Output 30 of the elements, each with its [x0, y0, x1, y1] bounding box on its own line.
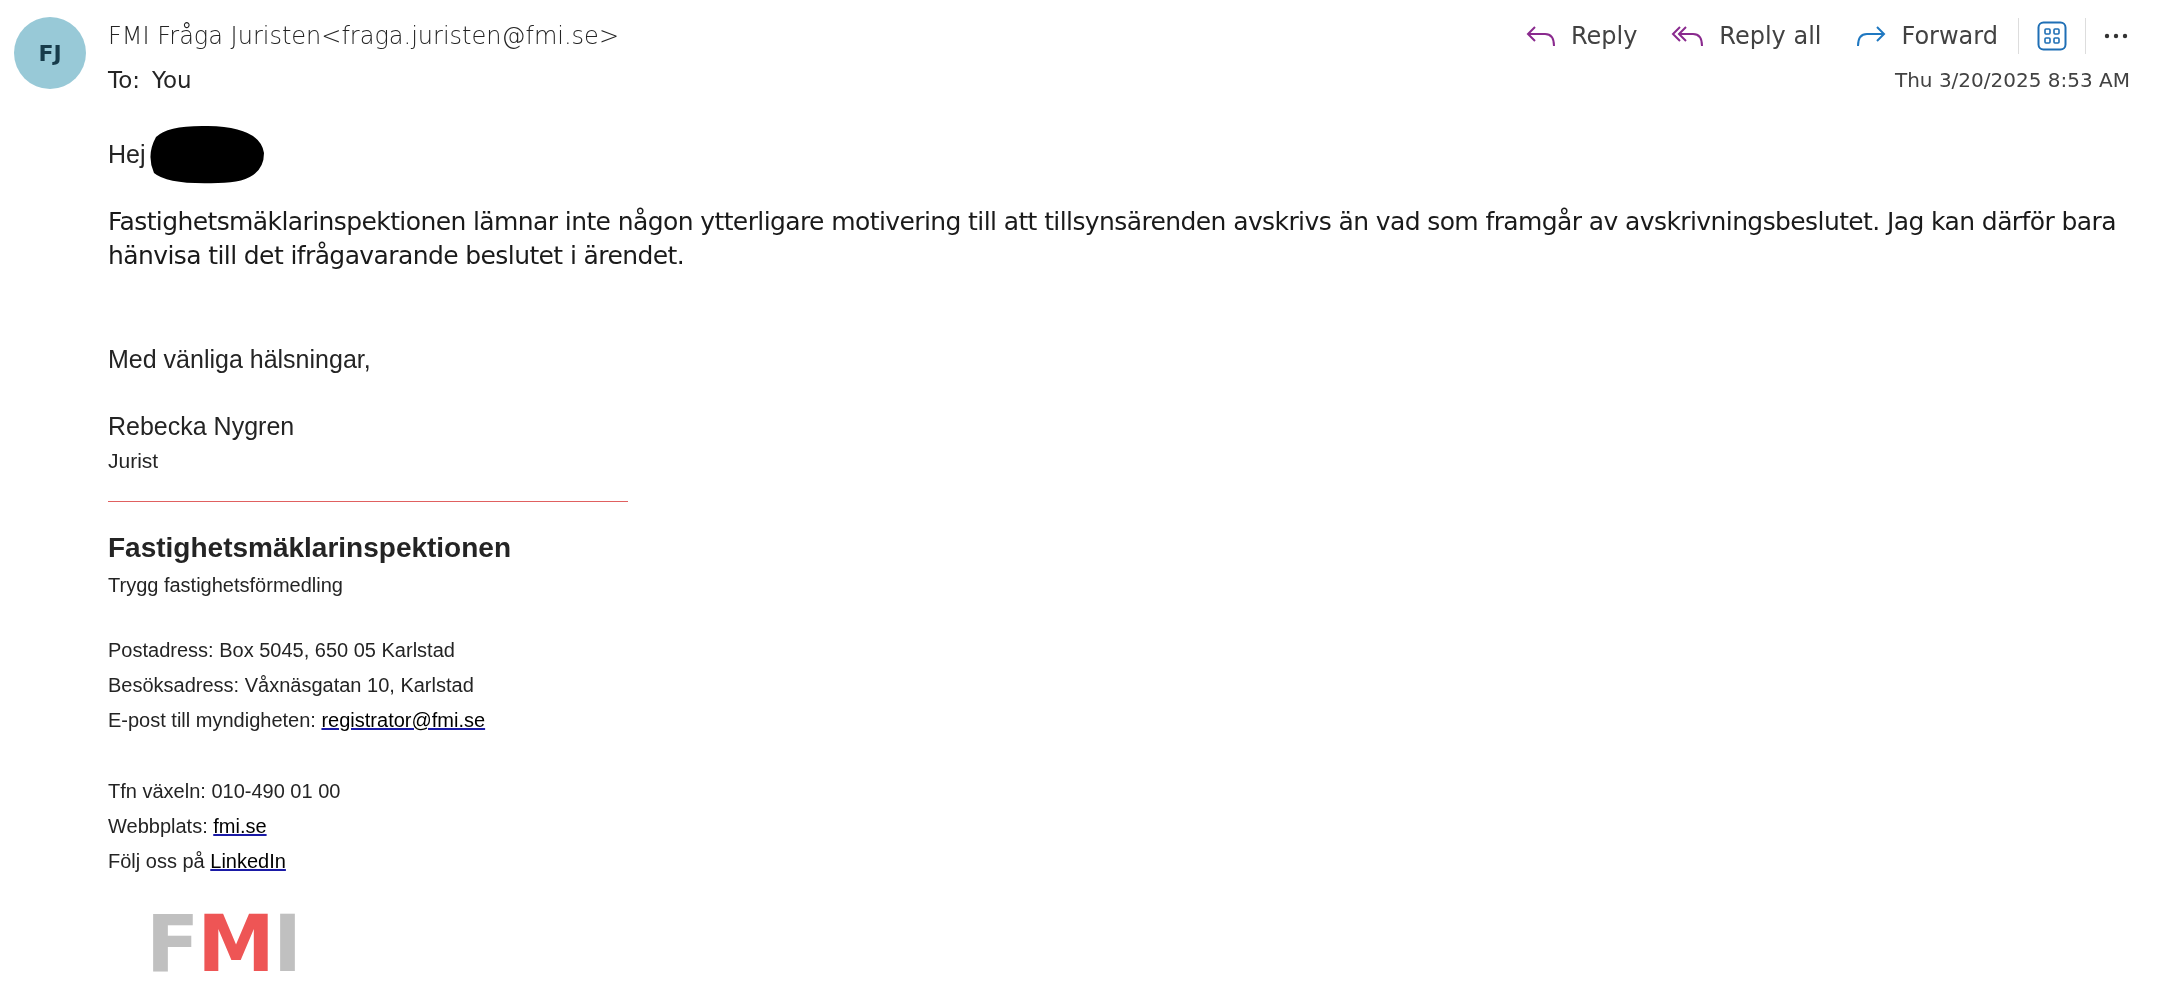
forward-button[interactable]: Forward [1841, 18, 2012, 54]
reply-all-button[interactable]: Reply all [1657, 18, 1836, 54]
signature-name: Rebecka Nygren [108, 412, 296, 441]
grid-icon [2037, 21, 2067, 51]
recipient: You [151, 67, 192, 93]
contact-line: Webbplats: fmi.se [108, 814, 268, 839]
contact-line: Tfn växeln: 010-490 01 00 [108, 779, 342, 804]
sender-avatar: FJ [14, 17, 86, 89]
to-label: To: [108, 67, 140, 93]
closing-text: Med vänliga hälsningar, [108, 345, 372, 374]
date-time: Thu 3/20/2025 8:53 AM [1894, 68, 2130, 92]
contact-line: Besöksadress: Våxnäsgatan 10, Karlstad [108, 673, 475, 698]
reply-all-icon [1671, 24, 1706, 48]
greeting: Hej [108, 139, 146, 169]
message-paragraph: Fastighetsmäklarinspektionen lämnar inte någon ytterligare motivering till att tillsynsärenden avskrivs än vad som framgår av avskrivningsbeslutet. Jag kan därför bara hänvisa till det ifrågavarande beslutet i ärendet. [108, 206, 2117, 272]
contact-link[interactable]: registrator@fmi.se [321, 709, 486, 731]
tagline: Trygg fastighetsförmedling [108, 574, 344, 597]
forward-icon [1855, 24, 1888, 48]
sender-name: FMI Fråga Juristen<fraga.juristen@fmi.se> [108, 22, 619, 50]
organization-name: Fastighetsmäklarinspektionen [108, 532, 512, 564]
signature-role: Jurist [108, 449, 160, 473]
contact-line: E-post till myndigheten: registrator@fmi.se [108, 708, 487, 733]
reply-button[interactable]: Reply [1510, 18, 1652, 54]
contact-line: Följ oss på LinkedIn [108, 849, 287, 874]
contact-line: Postadress: Box 5045, 650 05 Karlstad [108, 638, 456, 663]
more-icon [2104, 33, 2128, 39]
logo: FMI [146, 905, 300, 983]
contact-link[interactable]: LinkedIn [210, 850, 286, 872]
reply-icon [1524, 24, 1557, 48]
contact-link[interactable]: fmi.se [213, 815, 267, 837]
